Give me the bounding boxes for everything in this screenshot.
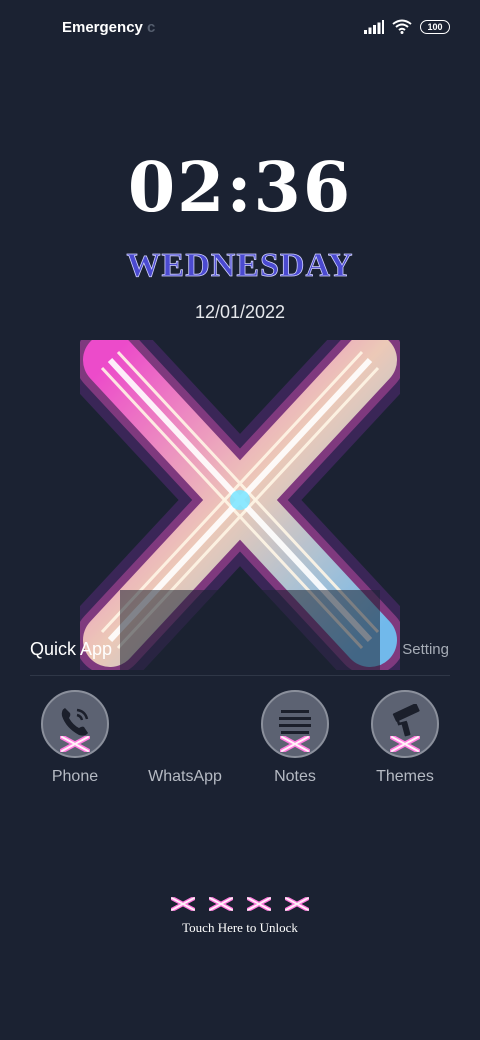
app-themes[interactable]: Themes: [360, 690, 450, 786]
setting-link[interactable]: Setting: [402, 641, 449, 658]
app-themes-icon-badge: [371, 690, 439, 758]
wifi-icon: [392, 19, 412, 34]
app-notes-label: Notes: [274, 768, 316, 785]
x-badge-icon: [280, 736, 310, 752]
battery-icon: 100: [420, 19, 450, 34]
notes-icon: [279, 710, 311, 734]
app-whatsapp[interactable]: WhatsApp: [140, 690, 230, 786]
unlock-x-glyphs[interactable]: [0, 893, 480, 915]
x-glyph-icon: [209, 893, 233, 915]
x-glyph-icon: [171, 893, 195, 915]
app-whatsapp-label: WhatsApp: [148, 768, 222, 785]
app-notes-icon-badge: [261, 690, 329, 758]
app-phone-label: Phone: [51, 768, 99, 785]
x-badge-icon: [390, 736, 420, 752]
phone-icon: [61, 708, 89, 736]
neon-x-wallpaper: [80, 340, 400, 670]
status-icons: 100: [364, 19, 450, 34]
quick-app-title: Quick App: [30, 639, 113, 659]
unlock-label[interactable]: Touch Here to Unlock: [0, 920, 480, 936]
app-whatsapp-icon-badge: [151, 690, 219, 758]
app-phone-icon-badge: [41, 690, 109, 758]
weekday-label: WEDNESDAY: [126, 247, 354, 285]
lockscreen-clock: 02:36: [127, 148, 353, 228]
app-themes-label: Themes: [376, 768, 434, 785]
carrier-label: Emergency c: [62, 19, 156, 36]
status-bar: Emergency c 100: [0, 0, 480, 56]
date-label: 12/01/2022: [194, 302, 286, 322]
signal-icon: [364, 19, 384, 34]
paint-roller-icon: [392, 704, 420, 737]
x-badge-icon: [60, 736, 90, 752]
x-glyph-icon: [247, 893, 271, 915]
x-glyph-icon: [285, 893, 309, 915]
app-phone[interactable]: Phone: [30, 690, 120, 786]
divider: [30, 675, 450, 676]
app-notes[interactable]: Notes: [250, 690, 340, 786]
